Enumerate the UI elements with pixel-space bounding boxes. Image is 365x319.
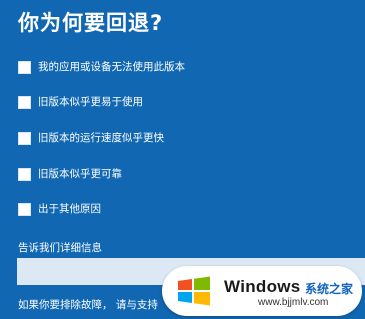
- checkbox[interactable]: [18, 202, 31, 216]
- option-label: 出于其他原因: [38, 203, 101, 215]
- option-app-device-incompatible[interactable]: 我的应用或设备无法使用此版本: [18, 59, 185, 75]
- watermark-site-name: 系统之家: [305, 282, 354, 296]
- option-label: 旧版本似乎更易于使用: [38, 96, 143, 108]
- option-label: 旧版本的运行速度似乎更快: [38, 132, 164, 144]
- option-other-reason[interactable]: 出于其他原因: [18, 201, 101, 217]
- checkbox[interactable]: [18, 95, 31, 109]
- option-easier-to-use[interactable]: 旧版本似乎更易于使用: [18, 94, 143, 110]
- option-faster[interactable]: 旧版本的运行速度似乎更快: [18, 130, 164, 146]
- option-more-reliable[interactable]: 旧版本似乎更可靠: [18, 166, 122, 182]
- windows-logo-icon: [178, 276, 210, 306]
- checkbox[interactable]: [18, 131, 31, 145]
- watermark-brand: Windows: [224, 277, 301, 296]
- footer-text: 如果你要排除故障， 请与支持: [18, 299, 158, 311]
- dialog-title: 你为何要回退?: [18, 11, 164, 35]
- checkbox[interactable]: [18, 60, 31, 74]
- option-label: 旧版本似乎更可靠: [38, 168, 122, 180]
- watermark-badge: Windows 系统之家 www.bjjmlv.com: [162, 266, 362, 316]
- watermark-url: www.bjjmlv.com: [258, 297, 329, 308]
- detail-label: 告诉我们详细信息: [18, 242, 102, 254]
- option-label: 我的应用或设备无法使用此版本: [38, 61, 185, 73]
- checkbox[interactable]: [18, 167, 31, 181]
